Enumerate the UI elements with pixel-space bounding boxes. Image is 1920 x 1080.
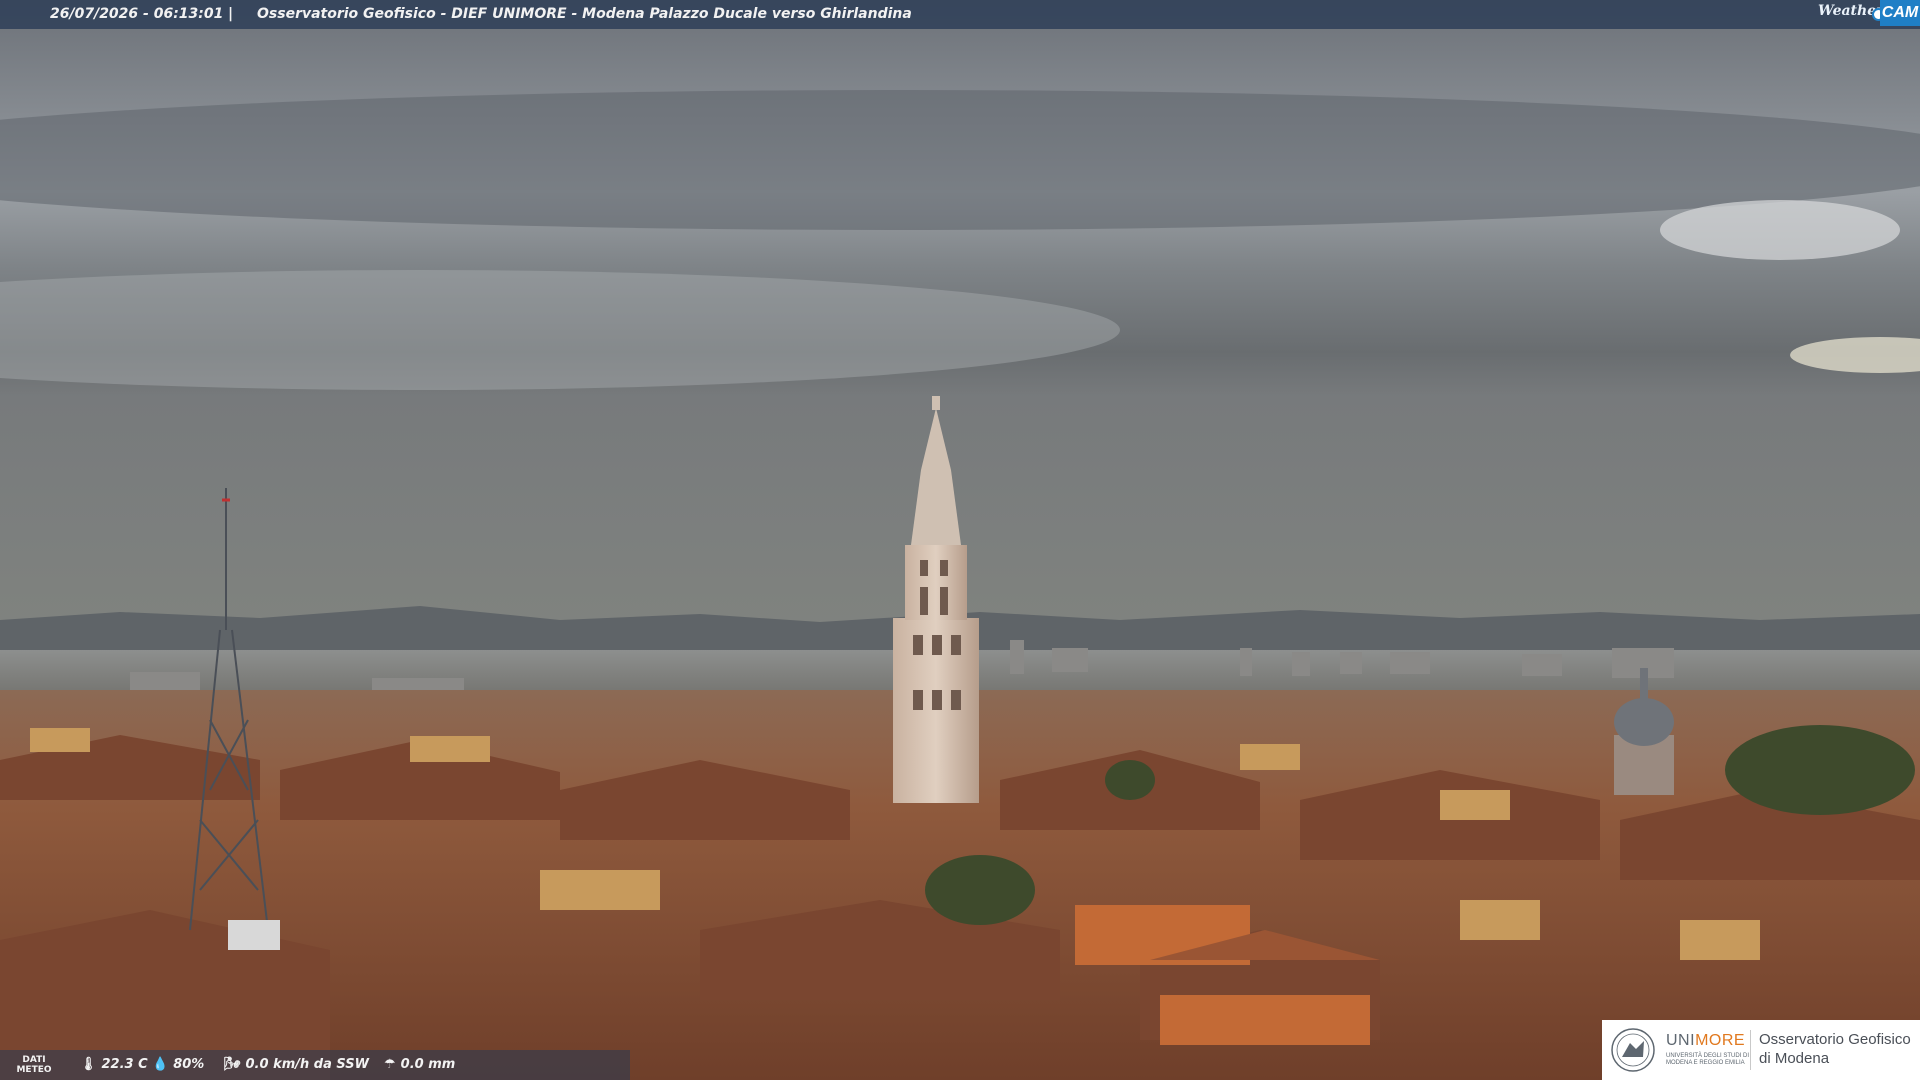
cloud-bright — [1660, 200, 1900, 260]
webcam-frame: 26/07/2026 - 06:13:01 | Osservatorio Geo… — [0, 0, 1920, 1080]
observatory-name: Osservatorio Geofisico di Modena — [1759, 1031, 1911, 1067]
antenna-equipment — [228, 920, 280, 950]
modena-skyline-photo — [0, 0, 1920, 1080]
camera-title: Osservatorio Geofisico - DIEF UNIMORE - … — [257, 6, 912, 22]
humidity-reading: 💧 80% — [152, 1057, 205, 1072]
thermometer-icon: 🌡 — [80, 1057, 97, 1072]
unimore-badge: UNIMORE UNIVERSITÀ DEGLI STUDI DI MODENA… — [1602, 1020, 1920, 1080]
rain-icon: ☂ — [384, 1057, 396, 1072]
university-subtitle: UNIVERSITÀ DEGLI STUDI DI MODENA E REGGI… — [1666, 1053, 1750, 1066]
rain-reading: ☂ 0.0 mm — [384, 1057, 456, 1072]
humidity-drop-icon: 💧 — [152, 1057, 169, 1072]
wind-icon: 🌬 — [224, 1057, 241, 1072]
timestamp: 26/07/2026 - 06:13:01 — [50, 6, 224, 22]
caption-separator: | — [228, 6, 234, 22]
cam-logo-text: CAM — [1880, 0, 1920, 26]
badge-divider — [1750, 1030, 1751, 1070]
weathercam-logo: Weather CAM — [1818, 0, 1920, 26]
temperature-reading: 🌡 22.3 C — [80, 1057, 148, 1072]
weather-data-bar: DATI METEO 🌡 22.3 C 💧 80% 🌬 0.0 km/h da SSW… — [0, 1050, 630, 1080]
caption-bar: 26/07/2026 - 06:13:01 | Osservatorio Geo… — [0, 0, 1920, 29]
cloud-band — [0, 90, 1920, 230]
meteo-label: DATI METEO — [16, 1055, 52, 1075]
wind-reading: 🌬 0.0 km/h da SSW — [224, 1057, 369, 1072]
unimore-wordmark: UNIMORE — [1666, 1032, 1746, 1049]
university-seal-icon — [1611, 1028, 1655, 1072]
